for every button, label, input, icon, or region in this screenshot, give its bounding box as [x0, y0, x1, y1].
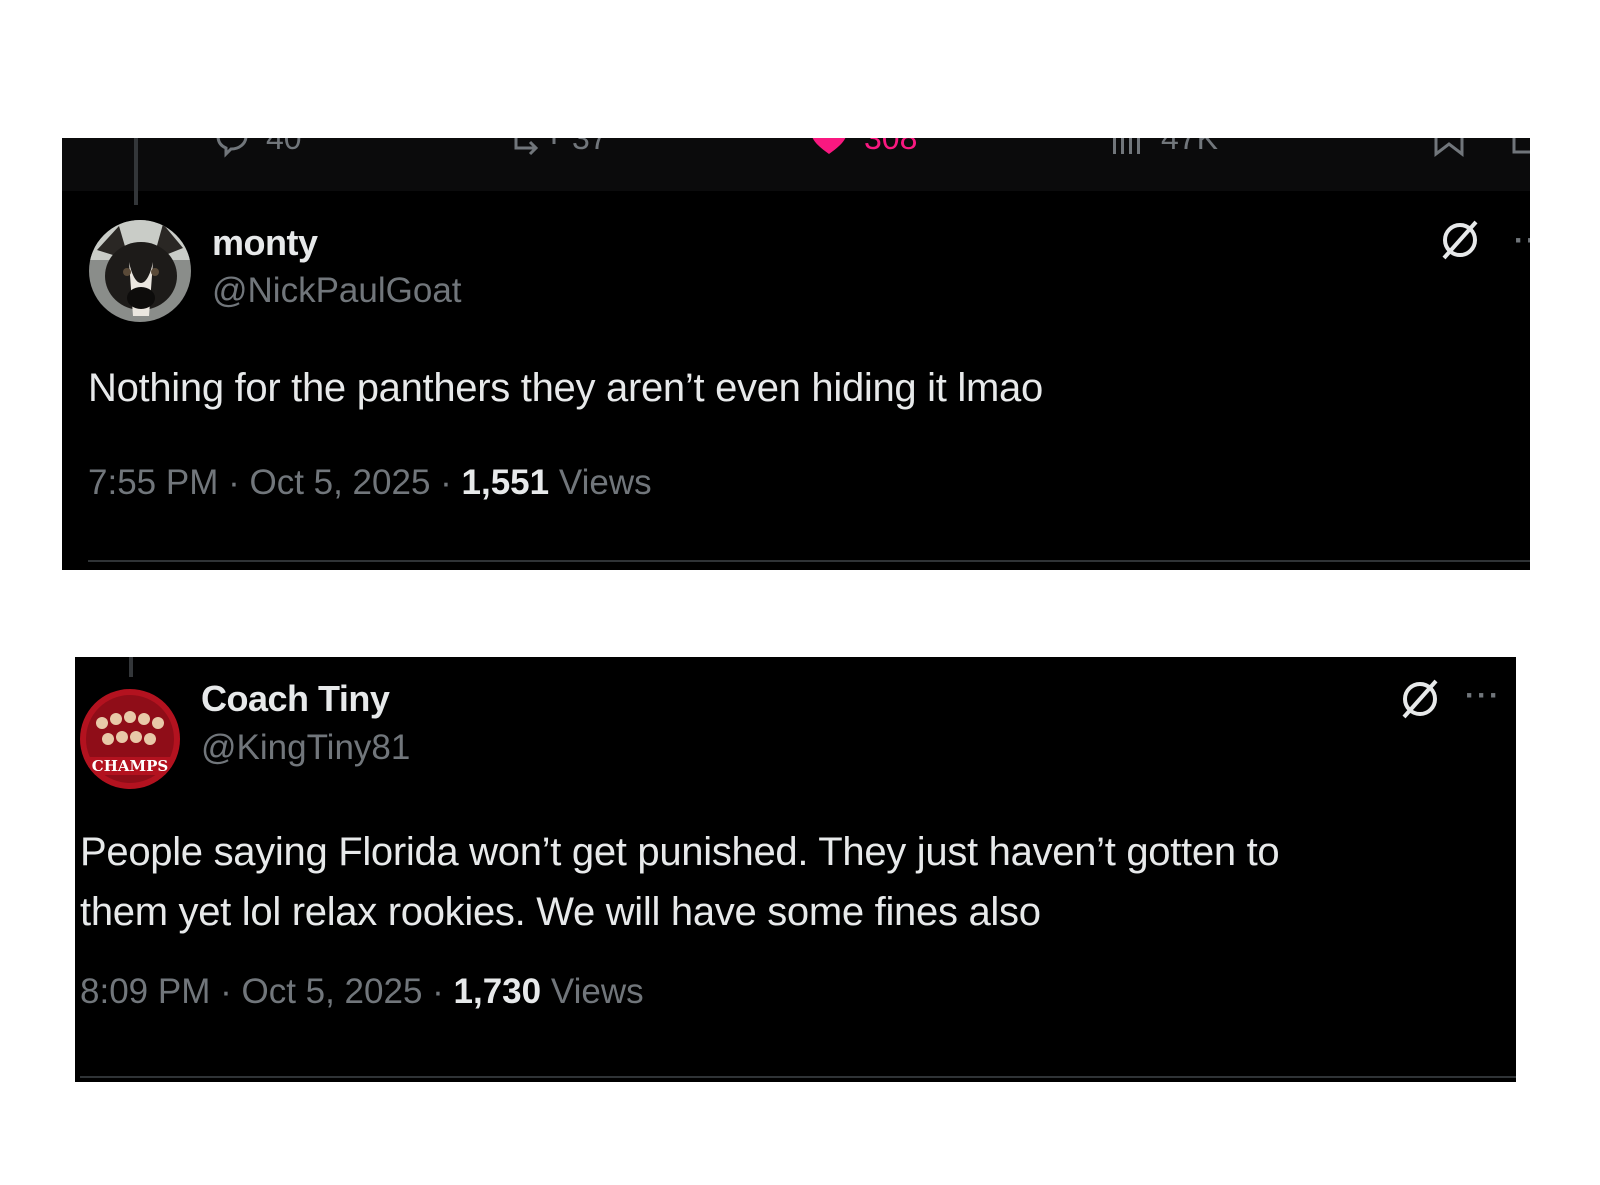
champs-team-avatar-icon: CHAMPS	[80, 689, 180, 789]
previous-tweet-action-bar: 40 37 308 47K	[62, 138, 1530, 191]
more-options-button[interactable]: ···	[1465, 679, 1501, 713]
reply-action[interactable]: 40	[212, 138, 302, 158]
display-name[interactable]: Coach Tiny	[201, 678, 390, 720]
tweet-date[interactable]: Oct 5, 2025	[241, 972, 422, 1011]
bookmark-icon	[1434, 138, 1464, 158]
avatar[interactable]: CHAMPS	[80, 689, 180, 789]
tweet-meta: 8:09 PM · Oct 5, 2025 · 1,730 Views	[80, 972, 644, 1011]
tweet-time[interactable]: 7:55 PM	[88, 463, 218, 502]
heart-icon	[812, 138, 846, 154]
views-count: 47K	[1161, 138, 1218, 157]
analytics-icon	[1113, 138, 1140, 154]
dog-avatar-icon	[89, 220, 191, 322]
display-name[interactable]: monty	[212, 222, 318, 264]
tweet-card-monty[interactable]: 40 37 308 47K	[62, 138, 1530, 570]
handle[interactable]: @NickPaulGoat	[212, 271, 462, 311]
tweet-text-line-2: them yet lol relax rookies. We will have…	[80, 890, 1041, 934]
thread-line	[134, 138, 138, 205]
tweet-time[interactable]: 8:09 PM	[80, 972, 210, 1011]
repost-icon	[514, 138, 556, 156]
grok-icon[interactable]	[1438, 218, 1482, 262]
repost-action[interactable]: 37	[512, 138, 608, 158]
handle[interactable]: @KingTiny81	[201, 728, 410, 768]
divider	[80, 1076, 1516, 1078]
views-count: 1,730	[453, 972, 542, 1011]
thread-line	[129, 657, 133, 677]
share-action[interactable]	[1510, 138, 1530, 158]
avatar[interactable]	[89, 220, 191, 322]
reply-icon	[216, 138, 248, 158]
divider	[88, 560, 1530, 562]
repost-count: 37	[572, 138, 608, 157]
views-count: 1,551	[461, 463, 550, 502]
like-count: 308	[864, 138, 917, 157]
tweet-text: People saying Florida won’t get punished…	[80, 822, 1500, 942]
views-label: Views	[558, 463, 652, 502]
share-icon	[1512, 138, 1530, 154]
tweet-meta: 7:55 PM · Oct 5, 2025 · 1,551 Views	[88, 463, 652, 502]
tweet-text-line-1: People saying Florida won’t get punished…	[80, 830, 1280, 874]
tweet-card-coach-tiny[interactable]: CHAMPS Coach Tiny @KingTiny81 ··· People…	[75, 657, 1516, 1082]
views-action[interactable]: 47K	[1107, 138, 1218, 158]
more-options-button[interactable]: ··	[1514, 224, 1530, 258]
grok-icon[interactable]	[1398, 677, 1442, 721]
reply-count: 40	[266, 138, 302, 157]
bookmark-action[interactable]	[1432, 138, 1466, 158]
tweet-text: Nothing for the panthers they aren’t eve…	[88, 366, 1043, 410]
avatar-text: CHAMPS	[92, 757, 168, 775]
like-action[interactable]: 308	[808, 138, 917, 158]
tweet-date[interactable]: Oct 5, 2025	[249, 463, 430, 502]
views-label: Views	[550, 972, 644, 1011]
